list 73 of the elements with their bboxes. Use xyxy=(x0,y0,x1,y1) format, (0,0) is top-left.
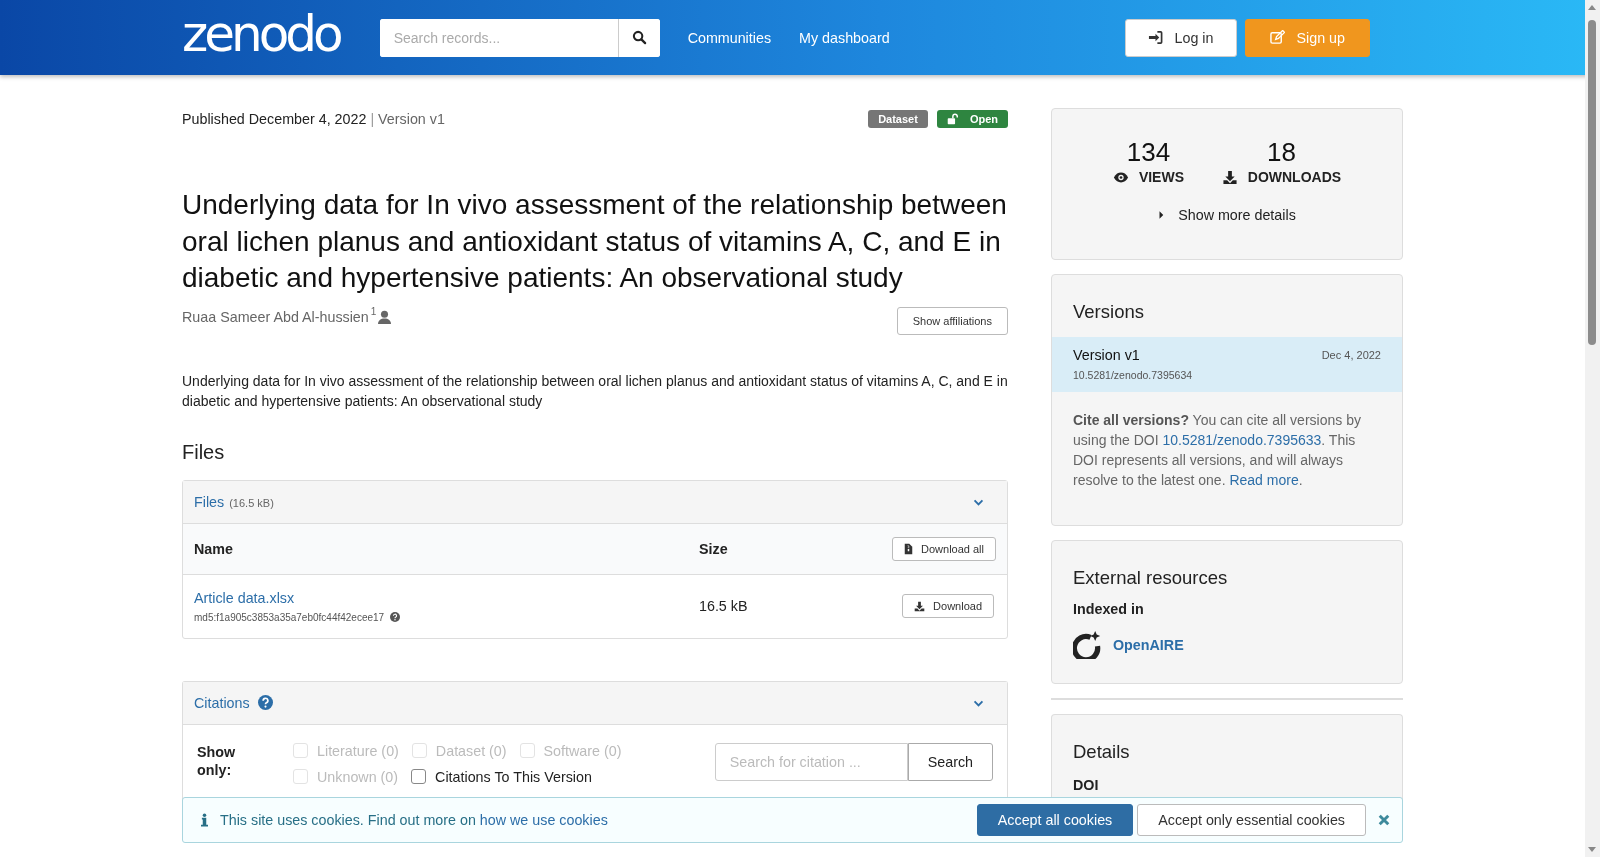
accept-essential-button[interactable]: Accept only essential cookies xyxy=(1137,804,1366,836)
edit-icon xyxy=(1269,30,1285,45)
info-icon xyxy=(201,813,208,827)
column-header: Size xyxy=(699,540,729,557)
cite-all-versions-text: Cite all versions? You can cite all versions by using the DOI 10.5281/zenodo.7395633. This DOI represents all versions, and will always resolve to the latest one. Read more. xyxy=(1072,411,1362,490)
checkbox-label: Citations To This Version xyxy=(435,768,592,785)
search-icon xyxy=(631,30,647,45)
section-heading: Files xyxy=(182,440,226,464)
sign-in-icon xyxy=(1147,30,1163,45)
checkbox-label: Software (0) xyxy=(543,742,622,759)
stat-count: 134 xyxy=(1126,137,1171,167)
person-icon xyxy=(378,309,392,324)
record-description: Underlying data for In vivo assessment of the relationship between oral lichen planus and antioxidant status of vitamins A, C, and E in diabetic and hypertensive patients: An observational study xyxy=(182,371,1008,411)
checkbox-label: Dataset (0) xyxy=(435,742,507,759)
stat-label: DOWNLOADS xyxy=(1247,169,1342,185)
ring-logo-icon xyxy=(1073,631,1101,659)
file-size-total: (16.5 kB) xyxy=(229,496,274,509)
checkbox-label: Literature (0) xyxy=(317,742,399,759)
unlock-icon xyxy=(946,113,958,125)
field-label: DOI xyxy=(1072,777,1100,793)
text-link[interactable]: how we use cookies xyxy=(479,812,608,828)
site-logo[interactable]: zenodo xyxy=(182,8,340,59)
help-icon xyxy=(257,695,273,710)
affiliation-mark: 1 xyxy=(370,305,377,317)
search-button[interactable]: Search xyxy=(907,742,993,781)
cookie-message: This site uses cookies. Find out more on how we use cookies xyxy=(220,812,609,828)
card-title: Details xyxy=(1072,740,1131,764)
close-icon[interactable] xyxy=(1378,814,1390,826)
download-button[interactable]: Download xyxy=(902,594,994,618)
version-label: Version v1 xyxy=(378,111,445,127)
text-link[interactable]: Read more xyxy=(1229,472,1299,488)
accept-all-button[interactable]: Accept all cookies xyxy=(976,804,1134,836)
publication-date: Published December 4, 2022 xyxy=(182,111,367,127)
section-label: Indexed in xyxy=(1072,601,1145,617)
nav-link[interactable]: My dashboard xyxy=(799,29,890,46)
record-title: Underlying data for In vivo assessment of the relationship between oral lichen planus and antioxidant status of vitamins A, C, and E in diabetic and hypertensive patients: An observational study xyxy=(182,188,1008,295)
stat-count: 18 xyxy=(1266,137,1296,167)
checksum-text: md5:f1a905c3853a35a7eb0fc44f42ecee17 xyxy=(194,611,385,623)
stat-label: VIEWS xyxy=(1138,169,1184,185)
file-size: 16.5 kB xyxy=(699,598,749,614)
creator-name[interactable]: Ruaa Sameer Abd Al-hussien xyxy=(182,308,369,325)
nav-link[interactable]: Communities xyxy=(687,29,772,46)
version-label: Version v1 xyxy=(1073,347,1141,363)
version-date: Dec 4, 2022 xyxy=(1321,349,1381,361)
card-title: Versions xyxy=(1072,300,1145,324)
separator-text: | xyxy=(370,111,375,127)
access-badge: Open xyxy=(936,110,1008,128)
panel-header[interactable]: Citations xyxy=(183,681,1007,725)
show-affiliations-button[interactable]: Show affiliations xyxy=(896,306,1008,335)
resource-type-badge: Dataset xyxy=(868,110,928,128)
checkbox[interactable] xyxy=(411,769,427,784)
download-icon xyxy=(914,600,926,612)
panel-title: Citations xyxy=(194,694,250,711)
show-more-link[interactable]: Show more details xyxy=(1178,207,1296,223)
search-field[interactable]: Search records... xyxy=(379,18,660,57)
panel-header[interactable]: Files (16.5 kB) xyxy=(183,480,1007,524)
file-link[interactable]: Article data.xlsx xyxy=(194,589,699,606)
column-header: Name xyxy=(194,540,234,557)
panel-title: Files xyxy=(194,493,225,510)
login-button[interactable]: Log in xyxy=(1124,18,1237,57)
filter-label: Show only: xyxy=(197,742,237,779)
download-all-button[interactable]: Download all xyxy=(892,536,996,561)
version-doi: 10.5281/zenodo.7395634 xyxy=(1073,369,1194,381)
help-icon xyxy=(390,612,401,622)
checkbox-label: Unknown (0) xyxy=(317,768,399,785)
version-item[interactable]: Version v1 Dec 4, 2022 10.5281/zenodo.7395634 xyxy=(1052,337,1402,392)
search-button[interactable] xyxy=(617,18,660,57)
download-icon xyxy=(1221,169,1238,185)
card-title: External resources xyxy=(1072,566,1229,590)
citation-search-field[interactable]: Search for citation ... xyxy=(714,742,908,781)
file-icon xyxy=(904,542,913,555)
caret-icon xyxy=(1158,210,1165,220)
resource-link[interactable]: OpenAIRE xyxy=(1113,637,1184,653)
